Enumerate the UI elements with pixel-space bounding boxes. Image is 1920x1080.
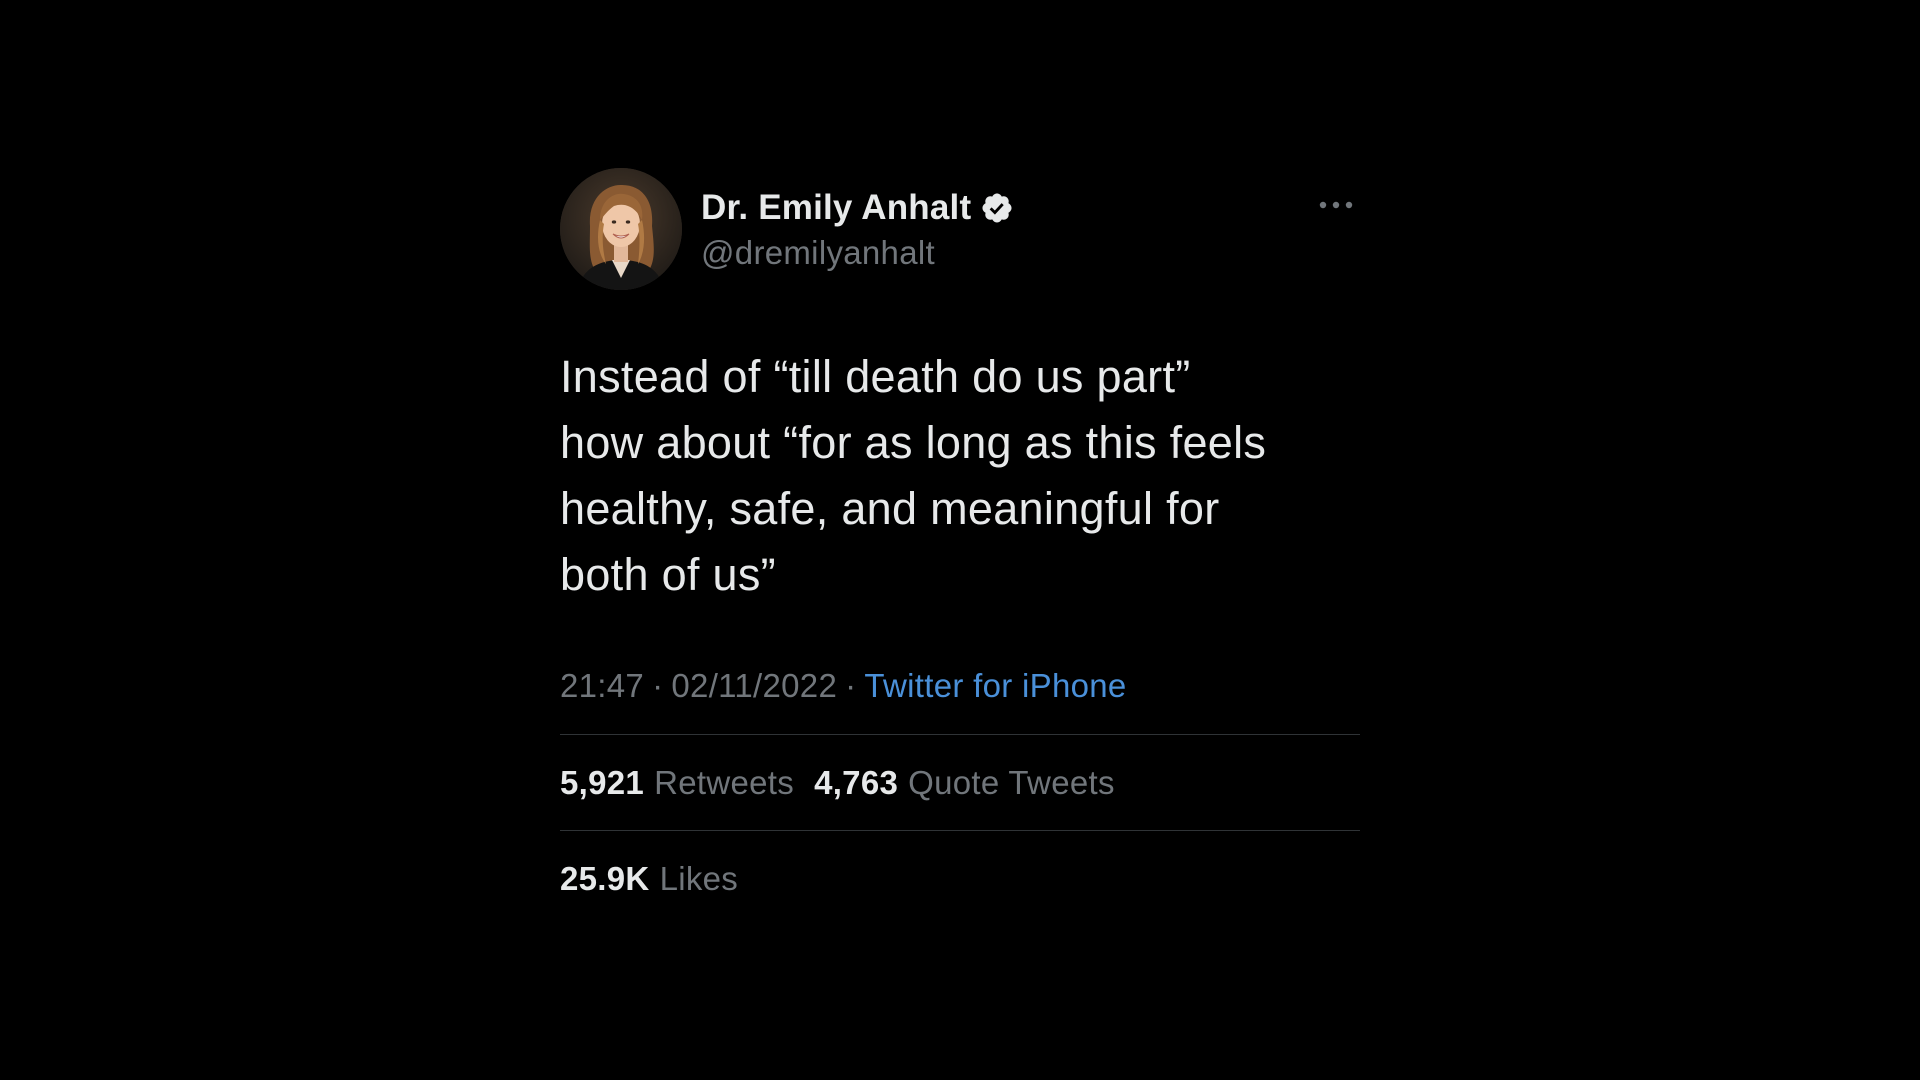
tweet-text: Instead of “till death do us part” how a… bbox=[560, 351, 1267, 600]
retweets-count: 5,921 bbox=[560, 763, 645, 801]
likes-count: 25.9K bbox=[560, 859, 650, 897]
quote-tweets-stat[interactable]: 4,763 Quote Tweets bbox=[814, 764, 1115, 802]
meta-separator: · bbox=[845, 667, 857, 704]
name-row: Dr. Emily Anhalt bbox=[701, 186, 1014, 230]
tweet-date[interactable]: 02/11/2022 bbox=[671, 667, 837, 704]
retweets-label: Retweets bbox=[654, 763, 795, 801]
more-options-icon[interactable] bbox=[1318, 198, 1354, 212]
author-display-name[interactable]: Dr. Emily Anhalt bbox=[701, 188, 971, 228]
tweet-meta: 21:47 · 02/11/2022 · Twitter for iPhone bbox=[560, 664, 1360, 708]
meta-separator: · bbox=[652, 667, 664, 704]
likes-stat[interactable]: 25.9K Likes bbox=[560, 860, 738, 898]
retweets-stat[interactable]: 5,921 Retweets bbox=[560, 764, 794, 802]
avatar[interactable] bbox=[560, 168, 682, 290]
tweet-time[interactable]: 21:47 bbox=[560, 667, 644, 704]
engagement-stats-row: 5,921 Retweets 4,763 Quote Tweets bbox=[560, 735, 1360, 830]
avatar-photo bbox=[560, 168, 682, 290]
quote-tweets-label: Quote Tweets bbox=[908, 763, 1115, 801]
author-info: Dr. Emily Anhalt @dremilyanhalt bbox=[701, 186, 1014, 272]
tweet-header: Dr. Emily Anhalt @dremilyanhalt bbox=[560, 168, 1360, 292]
quote-tweets-count: 4,763 bbox=[814, 763, 899, 801]
likes-label: Likes bbox=[659, 859, 739, 897]
tweet-source-link[interactable]: Twitter for iPhone bbox=[864, 667, 1126, 704]
author-handle[interactable]: @dremilyanhalt bbox=[701, 234, 1014, 272]
likes-stats-row: 25.9K Likes bbox=[560, 831, 1360, 926]
tweet-card: Dr. Emily Anhalt @dremilyanhalt Instead … bbox=[560, 168, 1360, 926]
verified-badge-icon bbox=[980, 191, 1014, 225]
